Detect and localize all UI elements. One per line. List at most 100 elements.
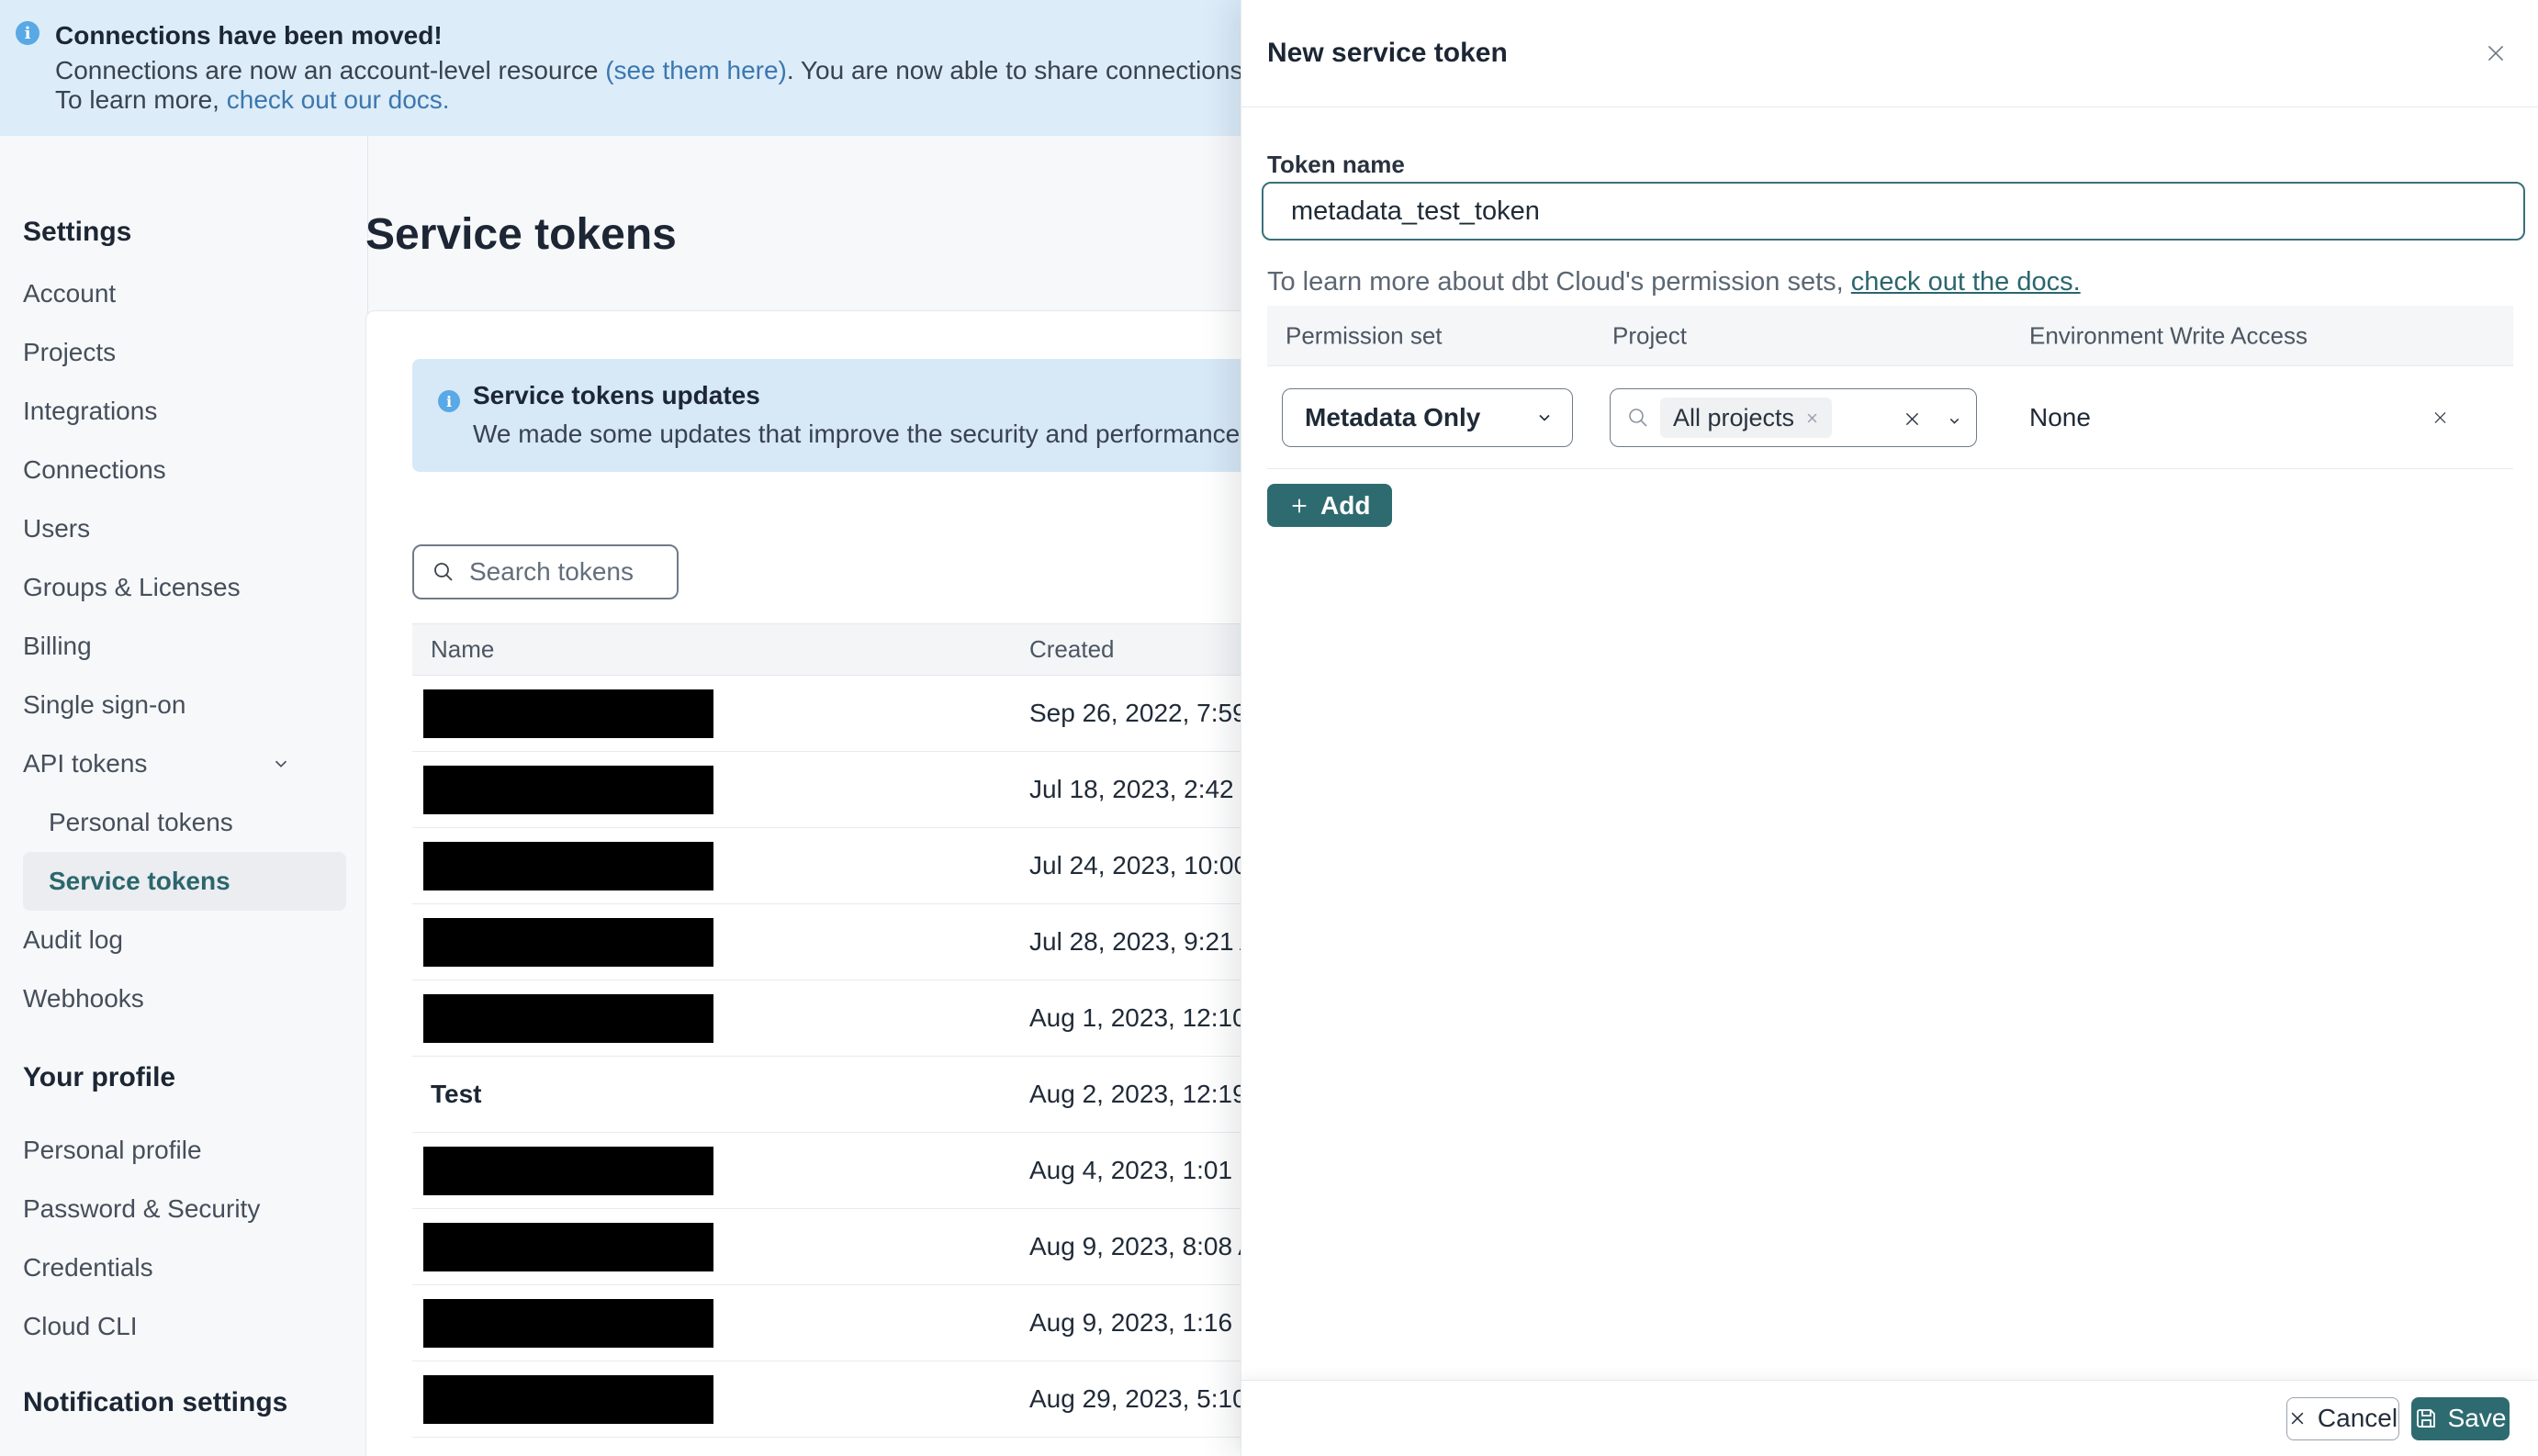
cancel-button[interactable]: Cancel <box>2286 1396 2399 1440</box>
sidebar-item-label: Audit log <box>23 925 123 954</box>
search-tokens-box <box>412 544 679 599</box>
sidebar-item-personal-tokens[interactable]: Personal tokens <box>23 793 346 852</box>
see-them-here-link[interactable]: (see them here) <box>605 56 787 84</box>
callout-title: Service tokens updates <box>473 381 760 409</box>
token-name-cell <box>412 1222 1029 1271</box>
token-name-cell <box>412 993 1029 1043</box>
add-button-label: Add <box>1320 490 1371 520</box>
column-header-project: Project <box>1612 321 1687 349</box>
redacted-token-name <box>423 841 713 890</box>
sidebar-item-credentials[interactable]: Credentials <box>23 1238 346 1297</box>
sidebar-item-audit-log[interactable]: Audit log <box>23 911 346 969</box>
x-icon <box>2288 1409 2307 1428</box>
token-name-cell <box>412 689 1029 738</box>
all-projects-chip: All projects <box>1660 398 1833 438</box>
clear-selection-icon[interactable] <box>1903 409 1922 429</box>
chip-remove-icon[interactable] <box>1805 411 1819 425</box>
sidebar-item-projects[interactable]: Projects <box>23 323 346 382</box>
permission-sets-caption: To learn more about dbt Cloud's permissi… <box>1267 267 2081 297</box>
sidebar-item-label: Personal profile <box>23 1136 202 1164</box>
token-name-cell: Test <box>412 1080 1029 1109</box>
sidebar-item-label: Account <box>23 279 117 308</box>
token-name-cell <box>412 841 1029 890</box>
sidebar-item-cloud-cli[interactable]: Cloud CLI <box>23 1297 346 1356</box>
token-name-cell <box>412 1298 1029 1348</box>
redacted-token-name <box>423 1146 713 1195</box>
sidebar-item-label: Service tokens <box>49 867 230 895</box>
sidebar-item-label: Users <box>23 514 91 543</box>
check-out-the-docs-link[interactable]: check out the docs. <box>1851 267 2081 297</box>
sidebar-item-personal-profile[interactable]: Personal profile <box>23 1121 346 1180</box>
sidebar-item-single-sign-on[interactable]: Single sign-on <box>23 676 346 734</box>
banner-line-3: To learn more, check out our docs. <box>55 85 450 115</box>
page-title: Service tokens <box>365 210 677 259</box>
caption-text: To learn more about dbt Cloud's permissi… <box>1267 267 1851 297</box>
sidebar-item-label: Projects <box>23 338 117 366</box>
sidebar-item-account[interactable]: Account <box>23 264 346 323</box>
sidebar-item-label: Integrations <box>23 397 158 425</box>
sidebar-item-label: Personal tokens <box>49 808 233 836</box>
remove-row-icon[interactable] <box>2431 409 2449 426</box>
info-icon: i <box>16 21 39 45</box>
save-icon <box>2415 1407 2437 1429</box>
column-header-permission-set: Permission set <box>1286 321 1443 349</box>
search-icon <box>432 561 455 583</box>
token-name-cell <box>412 765 1029 814</box>
add-permission-button[interactable]: Add <box>1267 484 1393 527</box>
sidebar-item-password-security[interactable]: Password & Security <box>23 1180 346 1238</box>
permission-set-value: Metadata Only <box>1305 403 1481 431</box>
search-icon <box>1627 407 1649 429</box>
token-name-cell <box>412 1374 1029 1424</box>
drawer-header: New service token <box>1241 0 2538 107</box>
token-name-cell <box>412 1146 1029 1195</box>
redacted-token-name <box>423 1298 713 1348</box>
sidebar-item-label: Cloud CLI <box>23 1312 138 1340</box>
sidebar-item-label: Password & Security <box>23 1194 261 1223</box>
token-name-cell <box>412 917 1029 967</box>
token-name-text: Test <box>431 1080 482 1108</box>
sidebar-item-service-tokens[interactable]: Service tokens <box>23 852 346 911</box>
sidebar-profile-items: Personal profile Password & Security Crede… <box>23 1121 367 1356</box>
sidebar-items: Account Projects Integrations Connections Us… <box>23 264 367 1028</box>
sidebar-item-label: Groups & Licenses <box>23 573 241 601</box>
chip-label: All projects <box>1673 403 1795 431</box>
info-icon: i <box>438 390 460 412</box>
settings-sidebar: Settings Account Projects Integrations Conn… <box>0 136 368 1456</box>
chevron-down-icon[interactable] <box>1947 413 1962 429</box>
chevron-down-icon <box>1535 409 1554 427</box>
cancel-button-label: Cancel <box>2317 1404 2398 1432</box>
sidebar-item-integrations[interactable]: Integrations <box>23 382 346 441</box>
chevron-down-icon <box>271 754 291 774</box>
check-docs-link[interactable]: check out our docs. <box>227 85 450 114</box>
plus-icon <box>1289 496 1309 516</box>
banner-text: To learn more, <box>55 85 227 114</box>
project-combobox[interactable]: All projects <box>1610 388 1977 447</box>
sidebar-item-connections[interactable]: Connections <box>23 441 346 499</box>
token-name-input[interactable] <box>1262 182 2525 241</box>
sidebar-item-label: Connections <box>23 455 166 484</box>
banner-title: Connections have been moved! <box>55 21 443 50</box>
redacted-token-name <box>423 765 713 814</box>
banner-text: Connections are now an account-level res… <box>55 56 606 84</box>
redacted-token-name <box>423 993 713 1043</box>
permission-set-select[interactable]: Metadata Only <box>1282 388 1573 447</box>
close-icon[interactable] <box>2476 33 2516 73</box>
search-tokens-input[interactable] <box>469 557 653 587</box>
sidebar-item-webhooks[interactable]: Webhooks <box>23 969 346 1028</box>
sidebar-item-users[interactable]: Users <box>23 499 346 558</box>
permissions-table-header: Permission set Project Environment Write… <box>1267 306 2513 366</box>
token-name-label: Token name <box>1267 151 1405 178</box>
environment-write-access-value: None <box>2029 402 2091 431</box>
sidebar-item-label: Credentials <box>23 1253 153 1282</box>
save-button[interactable]: Save <box>2411 1396 2510 1440</box>
sidebar-item-groups-licenses[interactable]: Groups & Licenses <box>23 558 346 617</box>
permission-row: Metadata Only All projects None <box>1267 366 2513 469</box>
sidebar-item-api-tokens[interactable]: API tokens <box>23 734 346 793</box>
sidebar-item-label: Single sign-on <box>23 690 186 719</box>
redacted-token-name <box>423 917 713 967</box>
column-header-environment-write-access: Environment Write Access <box>2029 321 2308 349</box>
sidebar-item-billing[interactable]: Billing <box>23 617 346 676</box>
sidebar-item-label: API tokens <box>23 749 148 778</box>
